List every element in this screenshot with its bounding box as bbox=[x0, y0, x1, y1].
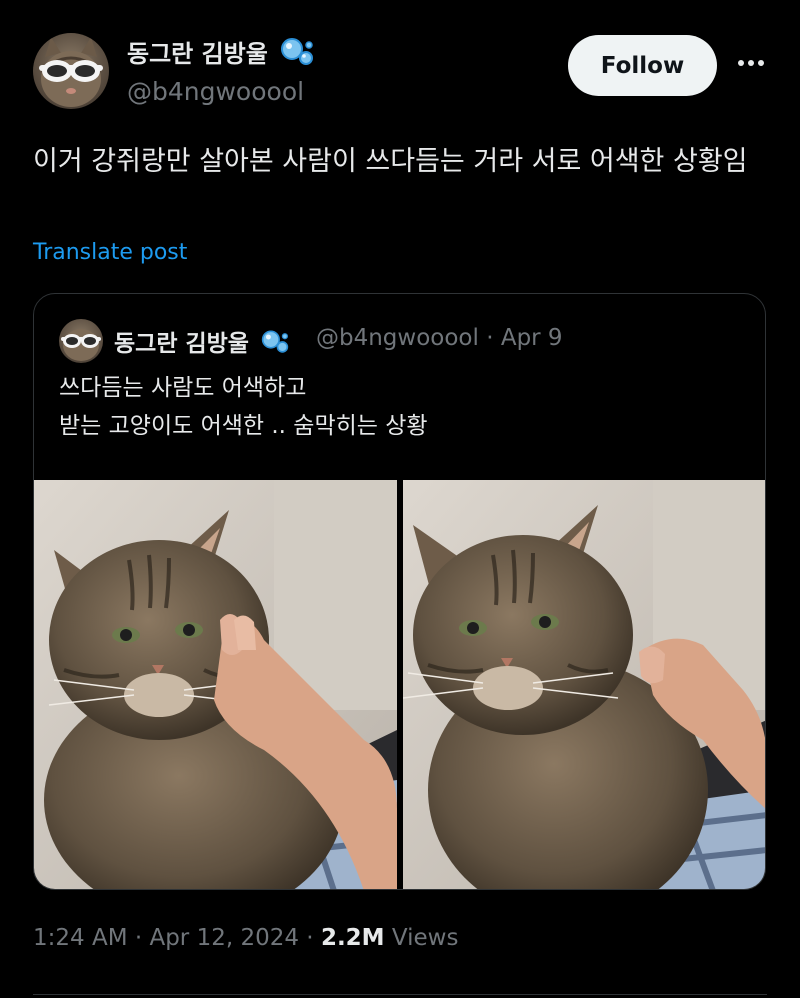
bubbles-emoji-icon bbox=[280, 37, 314, 73]
post-text: 이거 강쥐랑만 살아본 사람이 쓰다듬는 거라 서로 어색한 상황임 bbox=[33, 146, 748, 177]
quoted-text-line-1: 쓰다듬는 사람도 어색하고 bbox=[59, 375, 307, 401]
quoted-post-card[interactable]: 동그란 김방울 @b4ngwooool · Apr 9 쓰다듬는 사람도 어색하… bbox=[33, 293, 766, 890]
author-handle[interactable]: @b4ngwooool bbox=[127, 77, 304, 106]
divider bbox=[33, 994, 767, 995]
bubbles-emoji-icon bbox=[261, 329, 289, 361]
quoted-author-name[interactable]: 동그란 김방울 bbox=[114, 324, 289, 361]
quoted-author-avatar[interactable] bbox=[59, 319, 103, 363]
more-horizontal-icon[interactable] bbox=[735, 55, 767, 71]
translate-post-link[interactable]: Translate post bbox=[33, 240, 187, 265]
author-display-name[interactable]: 동그란 김방울 bbox=[127, 34, 314, 73]
quoted-text-line-2: 받는 고양이도 어색한 .. 숨막히는 상황 bbox=[59, 413, 428, 439]
views-label: Views bbox=[384, 925, 459, 951]
author-avatar[interactable] bbox=[33, 33, 109, 109]
quoted-author-name-text: 동그란 김방울 bbox=[114, 331, 249, 357]
author-name-text: 동그란 김방울 bbox=[127, 40, 268, 68]
post-timestamp[interactable]: 1:24 AM · Apr 12, 2024 · bbox=[33, 925, 321, 951]
quoted-post-text: 쓰다듬는 사람도 어색하고 받는 고양이도 어색한 .. 숨막히는 상황 bbox=[59, 369, 739, 445]
follow-button[interactable]: Follow bbox=[568, 35, 717, 96]
cat-photo-2[interactable] bbox=[403, 480, 765, 889]
views-count: 2.2M bbox=[320, 925, 385, 951]
cat-photo-1[interactable] bbox=[34, 480, 397, 889]
quoted-handle-date[interactable]: @b4ngwooool · Apr 9 bbox=[316, 325, 563, 351]
post-timestamp-views: 1:24 AM · Apr 12, 2024 · 2.2M Views bbox=[33, 925, 458, 951]
